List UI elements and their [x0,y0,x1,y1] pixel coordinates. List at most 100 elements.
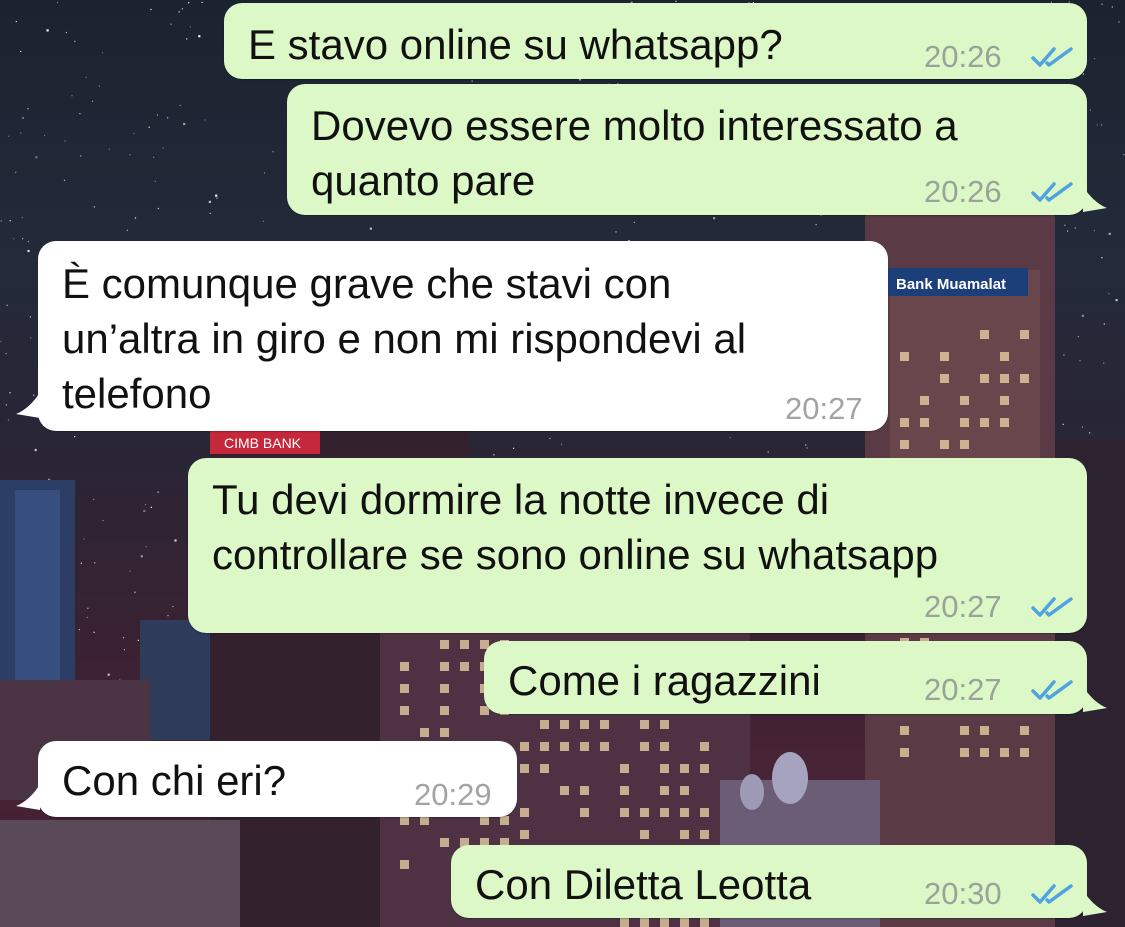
star [71,95,73,97]
star [262,220,264,222]
lit-window [680,786,689,795]
lit-window [1000,374,1009,383]
star [145,503,147,506]
star [46,29,49,32]
star [1067,230,1069,232]
message-bubble-incoming[interactable]: Con chi eri? 20:29 [38,741,517,817]
lit-window [980,330,989,339]
lit-window [680,918,689,927]
star [156,114,158,116]
double-check-icon [1031,597,1073,617]
star [560,443,563,445]
lit-window [700,918,709,927]
double-check-icon [1031,47,1073,67]
lit-window [660,764,669,773]
lit-window [480,816,489,825]
message-timestamp: 20:27 [785,391,863,426]
lit-window [1000,396,1009,405]
star [208,200,211,203]
lit-window [700,808,709,817]
message-bubble-incoming[interactable]: È comunque grave che stavi con un’altra … [38,241,888,431]
star [0,220,2,222]
lit-window [900,440,909,449]
star [83,538,85,540]
star [1108,293,1110,295]
lit-window [420,728,429,737]
star [133,133,135,135]
star [35,156,38,159]
star [150,506,152,508]
star [1093,230,1095,232]
lit-window [540,742,549,751]
message-text: Con Diletta Leotta [475,861,812,908]
star [43,134,46,137]
lit-window [960,440,969,449]
star [129,570,131,572]
bubble-tail [1083,686,1107,712]
lit-window [620,918,629,927]
message-timestamp: 20:29 [414,777,492,812]
star [493,454,495,456]
lit-window [640,720,649,729]
star [1063,354,1065,356]
message-bubble-outgoing[interactable]: Come i ragazzini 20:27 [484,641,1087,714]
lit-window [680,764,689,773]
lit-window [400,706,409,715]
lit-window [400,816,409,825]
star [1123,154,1125,156]
star [7,419,10,421]
star [108,148,110,150]
star [74,436,76,438]
message-bubble-outgoing[interactable]: Dovevo essere molto interessato a quanto… [287,84,1087,215]
message-timestamp: 20:26 [924,174,1002,209]
star [178,11,180,13]
star [1081,314,1084,317]
star [167,615,169,617]
star [94,562,96,564]
bubble-tail [16,392,40,418]
star [101,52,104,54]
lit-window [520,830,529,839]
star [107,673,110,676]
lit-window [540,764,549,773]
star [729,437,731,439]
star [1081,426,1084,428]
message-bubble-outgoing[interactable]: E stavo online su whatsapp? 20:26 [224,3,1087,79]
star [34,448,37,452]
message-timestamp: 20:30 [924,876,1002,911]
star [29,316,31,318]
lit-window [620,764,629,773]
star [1064,224,1066,226]
message-text: Come i ragazzini [508,657,821,704]
lit-window [460,662,469,671]
star [1103,362,1105,364]
lit-window [400,684,409,693]
lit-window [900,352,909,361]
lit-window [940,352,949,361]
star [1111,6,1113,8]
star [93,631,95,633]
star [471,80,473,82]
star [126,229,128,231]
message-bubble-outgoing[interactable]: Tu devi dormire la notte invece di contr… [188,458,1087,633]
lit-window [980,748,989,757]
star [615,231,617,233]
star [1115,299,1118,302]
star [63,179,66,181]
lit-window [560,742,569,751]
star [9,220,11,222]
star [549,437,551,440]
star [74,40,76,42]
lit-window [640,918,649,927]
star [15,171,17,173]
message-bubble-outgoing[interactable]: Con Diletta Leotta 20:30 [451,845,1087,918]
lit-window [1020,374,1029,383]
star [179,104,181,106]
lit-window [580,786,589,795]
lit-window [700,742,709,751]
star [93,206,95,208]
lit-window [580,720,589,729]
lit-window [580,742,589,751]
star [1077,336,1079,338]
star [1089,109,1091,111]
